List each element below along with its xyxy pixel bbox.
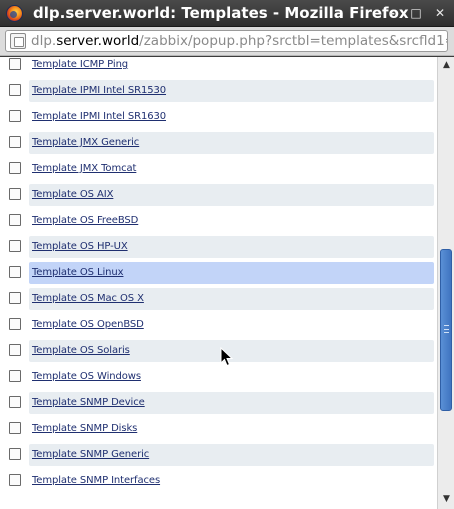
table-row: Template SNMP Disks [0, 416, 437, 442]
template-cell: Template OS Mac OS X [29, 288, 434, 310]
template-checkbox[interactable] [9, 474, 21, 486]
template-cell: Template ICMP Ping [29, 57, 434, 76]
template-cell: Template IPMI Intel SR1630 [29, 106, 434, 128]
template-checkbox[interactable] [9, 396, 21, 408]
template-checkbox[interactable] [9, 370, 21, 382]
table-row: Template OS AIX [0, 182, 437, 208]
template-link[interactable]: Template OS Windows [32, 370, 141, 384]
table-row: Template OS FreeBSD [0, 208, 437, 234]
table-row: Template OS Windows [0, 364, 437, 390]
table-row: Template SNMP Interfaces [0, 468, 437, 494]
url-field[interactable]: dlp.server.world/zabbix/popup.php?srctbl… [5, 30, 448, 52]
template-checkbox[interactable] [9, 188, 21, 200]
template-cell: Template JMX Tomcat [29, 158, 434, 180]
template-checkbox[interactable] [9, 84, 21, 96]
template-cell: Template SNMP Generic [29, 444, 434, 466]
table-row: Template OS HP-UX [0, 234, 437, 260]
template-link[interactable]: Template ICMP Ping [32, 58, 128, 72]
template-link[interactable]: Template SNMP Disks [32, 422, 137, 436]
template-cell: Template SNMP Device [29, 392, 434, 414]
template-link[interactable]: Template JMX Tomcat [32, 162, 136, 176]
url-path: /zabbix/popup.php?srctbl=templates&srcfl… [139, 33, 448, 49]
navigation-bar: dlp.server.world/zabbix/popup.php?srctbl… [0, 27, 454, 56]
site-identity-icon[interactable] [10, 33, 26, 49]
table-row: Template IPMI Intel SR1530 [0, 78, 437, 104]
template-link[interactable]: Template SNMP Device [32, 396, 145, 410]
scrollbar-thumb[interactable] [440, 249, 452, 411]
table-row: Template JMX Tomcat [0, 156, 437, 182]
template-cell: Template OS HP-UX [29, 236, 434, 258]
template-link[interactable]: Template OS FreeBSD [32, 214, 138, 228]
scroll-down-arrow-icon[interactable]: ▼ [440, 493, 453, 505]
template-link[interactable]: Template OS AIX [32, 188, 113, 202]
template-cell: Template SNMP Disks [29, 418, 434, 440]
url-text: dlp.server.world/zabbix/popup.php?srctbl… [31, 32, 448, 51]
table-row: Template SNMP Generic [0, 442, 437, 468]
template-link[interactable]: Template IPMI Intel SR1630 [32, 110, 166, 124]
template-link[interactable]: Template OS Linux [32, 266, 124, 280]
scroll-up-arrow-icon[interactable]: ▲ [440, 59, 453, 71]
template-checkbox[interactable] [9, 318, 21, 330]
template-checkbox[interactable] [9, 344, 21, 356]
url-prefix: dlp. [31, 33, 57, 49]
firefox-icon [6, 5, 23, 22]
template-link[interactable]: Template SNMP Generic [32, 448, 149, 462]
url-host: server.world [56, 33, 140, 49]
template-link[interactable]: Template OS OpenBSD [32, 318, 144, 332]
template-cell: Template OS FreeBSD [29, 210, 434, 232]
template-checkbox[interactable] [9, 58, 21, 70]
template-checkbox[interactable] [9, 292, 21, 304]
template-link[interactable]: Template OS Mac OS X [32, 292, 144, 306]
template-checkbox[interactable] [9, 422, 21, 434]
table-row: Template ICMP Ping [0, 57, 437, 78]
table-row: Template SNMP Device [0, 390, 437, 416]
table-row: Template OS Mac OS X [0, 286, 437, 312]
template-link[interactable]: Template IPMI Intel SR1530 [32, 84, 166, 98]
close-button[interactable]: ✕ [432, 5, 448, 21]
popup-content: Template ICMP Ping Template IPMI Intel SR… [0, 57, 454, 509]
template-checkbox[interactable] [9, 448, 21, 460]
template-cell: Template OS Windows [29, 366, 434, 388]
mouse-pointer-icon [220, 347, 234, 367]
table-row: Template JMX Generic [0, 130, 437, 156]
vertical-scrollbar[interactable]: ▲ ▼ [437, 57, 454, 509]
maximize-button[interactable]: □ [408, 5, 424, 21]
template-checkbox[interactable] [9, 110, 21, 122]
template-cell: Template OS Linux [29, 262, 434, 284]
template-link[interactable]: Template OS HP-UX [32, 240, 128, 254]
title-bar[interactable]: dlp.server.world: Templates - Mozilla Fi… [0, 0, 454, 27]
table-row: Template OS Linux [0, 260, 437, 286]
template-checkbox[interactable] [9, 214, 21, 226]
table-row: Template OS Solaris [0, 338, 437, 364]
template-cell: Template JMX Generic [29, 132, 434, 154]
template-checkbox[interactable] [9, 266, 21, 278]
grip-icon [444, 325, 449, 333]
table-row: Template IPMI Intel SR1630 [0, 104, 437, 130]
template-cell: Template OS AIX [29, 184, 434, 206]
template-checkbox[interactable] [9, 136, 21, 148]
window-title: dlp.server.world: Templates - Mozilla Fi… [33, 4, 409, 22]
template-cell: Template OS OpenBSD [29, 314, 434, 336]
template-link[interactable]: Template JMX Generic [32, 136, 139, 150]
template-checkbox[interactable] [9, 162, 21, 174]
template-cell: Template SNMP Interfaces [29, 470, 434, 492]
minimize-button[interactable]: – [384, 5, 400, 21]
template-cell: Template IPMI Intel SR1530 [29, 80, 434, 102]
template-link[interactable]: Template SNMP Interfaces [32, 474, 160, 488]
template-link[interactable]: Template OS Solaris [32, 344, 130, 358]
table-row: Template OS OpenBSD [0, 312, 437, 338]
template-checkbox[interactable] [9, 240, 21, 252]
